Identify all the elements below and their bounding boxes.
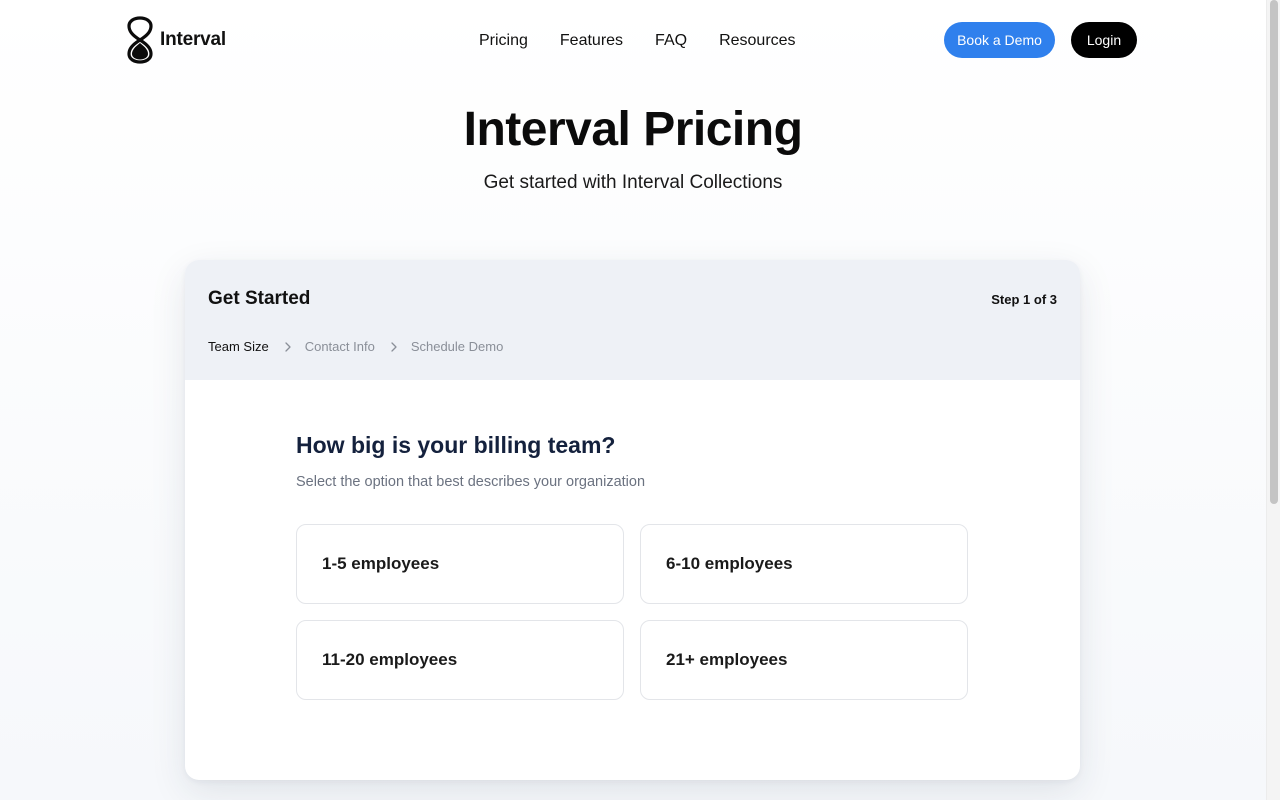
site-header: Interval Pricing Features FAQ Resources … [0,0,1266,82]
card-header: Get Started Step 1 of 3 Team Size Contac… [185,260,1080,380]
option-1-5-employees[interactable]: 1-5 employees [296,524,624,604]
book-demo-button[interactable]: Book a Demo [944,22,1055,58]
page-title: Interval Pricing [463,103,803,156]
option-6-10-employees[interactable]: 6-10 employees [640,524,968,604]
page-subtitle: Get started with Interval Collections [483,172,783,193]
brand-logo-link[interactable]: Interval [127,16,226,64]
option-label: 6-10 employees [666,554,793,573]
option-label: 21+ employees [666,650,788,669]
option-label: 11-20 employees [322,650,458,669]
step-contact-info[interactable]: Contact Info [305,338,375,356]
main-nav: Pricing Features FAQ Resources [479,30,828,52]
chevron-right-icon [391,342,397,352]
nav-resources[interactable]: Resources [719,30,795,52]
step-schedule-demo[interactable]: Schedule Demo [411,338,504,356]
login-button[interactable]: Login [1071,22,1137,58]
nav-pricing[interactable]: Pricing [479,30,528,52]
scrollbar-thumb[interactable] [1270,0,1278,504]
card-title: Get Started [208,288,311,309]
page-scrollbar[interactable] [1266,0,1280,800]
step-team-size[interactable]: Team Size [208,338,269,356]
option-21-plus-employees[interactable]: 21+ employees [640,620,968,700]
hourglass-logo-icon [127,16,153,64]
option-label: 1-5 employees [322,554,440,573]
brand-name: Interval [160,29,226,50]
chevron-right-icon [285,342,291,352]
team-size-hint: Select the option that best describes yo… [296,474,646,490]
step-indicator: Step 1 of 3 [991,292,1057,307]
get-started-card: Get Started Step 1 of 3 Team Size Contac… [185,260,1080,780]
nav-faq[interactable]: FAQ [655,30,687,52]
option-11-20-employees[interactable]: 11-20 employees [296,620,624,700]
team-size-question: How big is your billing team? [296,432,616,458]
nav-features[interactable]: Features [560,30,623,52]
step-breadcrumb: Team Size Contact Info Schedule Demo [208,338,503,356]
